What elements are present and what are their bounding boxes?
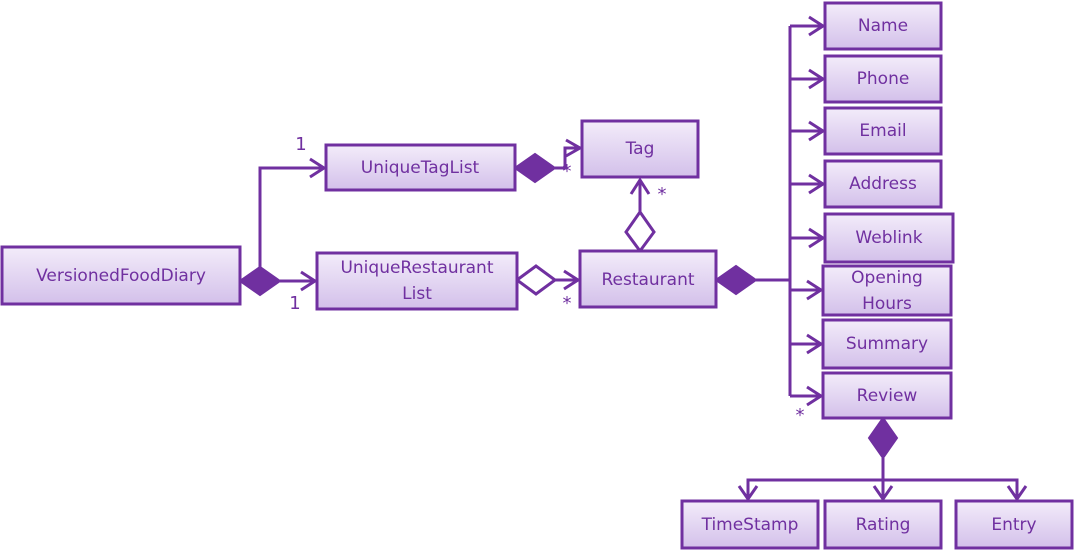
multiplicity-label: *	[563, 293, 572, 314]
svg-text:Restaurant: Restaurant	[601, 270, 694, 290]
class-unique-tag-list: UniqueTagList	[324, 143, 517, 192]
svg-text:UniqueRestaurant: UniqueRestaurant	[340, 258, 493, 278]
multiplicity-label: *	[658, 184, 667, 205]
multiplicity-label: *	[796, 405, 805, 426]
class-opening-hours: Opening Hours	[821, 264, 953, 317]
svg-text:Tag: Tag	[625, 139, 655, 159]
class-summary: Summary	[821, 318, 953, 370]
class-timestamp: TimeStamp	[680, 499, 820, 550]
svg-text:Rating: Rating	[856, 515, 911, 535]
svg-text:Opening: Opening	[851, 268, 923, 288]
class-address: Address	[823, 159, 943, 209]
composition-diamond-icon	[513, 152, 557, 184]
class-restaurant: Restaurant	[578, 249, 718, 309]
svg-text:Weblink: Weblink	[855, 228, 922, 248]
svg-text:Phone: Phone	[857, 69, 910, 89]
class-rating: Rating	[823, 499, 943, 550]
class-weblink: Weblink	[823, 212, 955, 264]
svg-text:Summary: Summary	[846, 334, 928, 354]
aggregation-diamond-icon	[514, 264, 558, 296]
svg-text:UniqueTagList: UniqueTagList	[361, 158, 480, 178]
multiplicity-label: 1	[289, 293, 300, 314]
class-unique-restaurant-list: UniqueRestaurant List	[315, 251, 519, 311]
composition-diamond-icon	[238, 265, 282, 297]
uml-class-diagram: 1 1 * * * * VersionedFoodDiary UniqueTag…	[0, 1, 1074, 550]
svg-text:Name: Name	[858, 16, 908, 36]
svg-text:Address: Address	[849, 174, 917, 194]
svg-text:List: List	[402, 284, 432, 304]
class-entry: Entry	[954, 499, 1074, 550]
composition-diamond-icon	[867, 416, 899, 460]
svg-text:Entry: Entry	[991, 515, 1036, 535]
svg-text:Hours: Hours	[862, 294, 912, 314]
attribute-arrows	[790, 15, 826, 407]
class-versioned-food-diary: VersionedFoodDiary	[0, 245, 242, 306]
multiplicity-label: 1	[295, 134, 306, 155]
class-review: Review	[821, 371, 953, 420]
class-phone: Phone	[823, 54, 943, 104]
svg-text:TimeStamp: TimeStamp	[701, 515, 799, 535]
multiplicity-label: *	[563, 161, 572, 182]
class-tag: Tag	[580, 119, 700, 179]
svg-text:Review: Review	[857, 386, 918, 406]
class-name: Name	[823, 1, 943, 51]
vfd-taglist-line	[258, 166, 324, 281]
composition-diamond-icon	[714, 264, 758, 296]
svg-text:Email: Email	[859, 121, 906, 141]
aggregation-diamond-icon	[624, 209, 656, 254]
svg-text:VersionedFoodDiary: VersionedFoodDiary	[36, 266, 206, 286]
class-email: Email	[823, 106, 943, 156]
